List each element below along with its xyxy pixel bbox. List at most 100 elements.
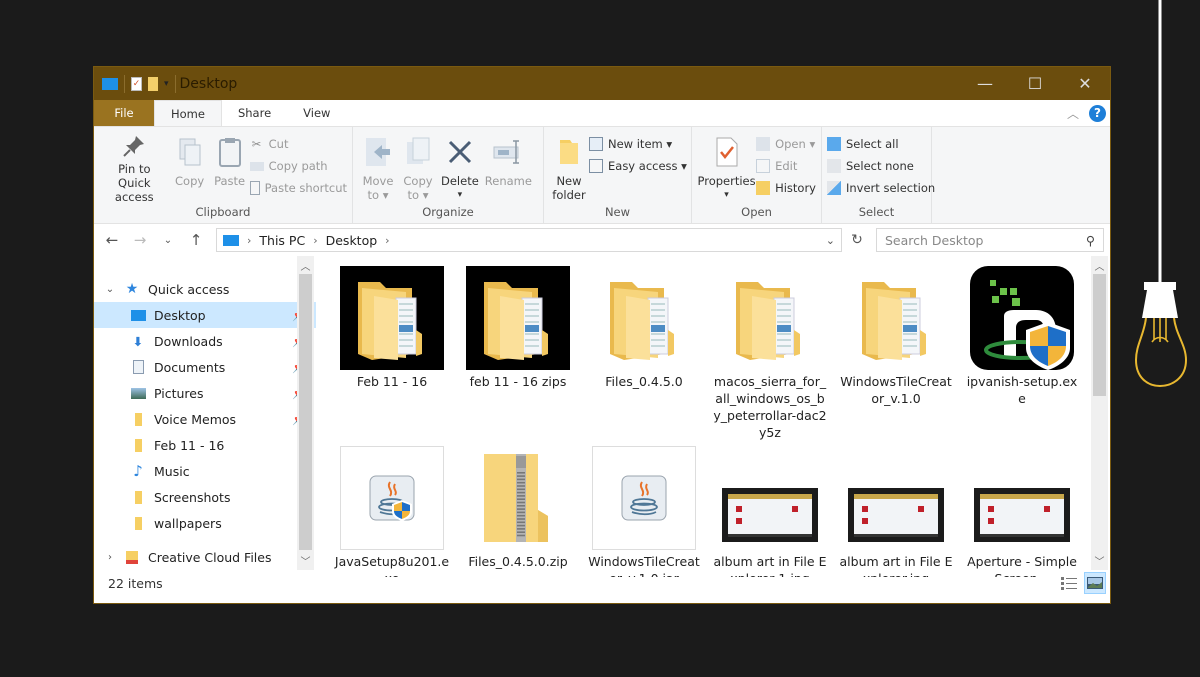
nav-item-feb-11-16[interactable]: Feb 11 - 16 <box>94 432 316 458</box>
nav-item-screenshots[interactable]: Screenshots <box>94 484 316 510</box>
select-all-button[interactable]: Select all <box>827 135 935 153</box>
clipboard-icon <box>213 133 247 171</box>
nav-creative-cloud[interactable]: › Creative Cloud Files <box>94 544 316 570</box>
scroll-down-icon[interactable]: ﹀ <box>1091 553 1108 568</box>
nav-item-desktop[interactable]: Desktop 📌 <box>94 302 316 328</box>
content-scrollbar-thumb[interactable] <box>1093 274 1106 396</box>
search-input[interactable]: Search Desktop ⚲ <box>876 228 1104 252</box>
nav-scrollbar[interactable]: ︿ ﹀ <box>297 256 314 570</box>
close-button[interactable]: ✕ <box>1060 67 1110 100</box>
scroll-up-icon[interactable]: ︿ <box>297 258 314 273</box>
invert-selection-button[interactable]: Invert selection <box>827 179 935 197</box>
chevron-right-icon[interactable]: › <box>102 552 118 563</box>
file-item[interactable]: album art in File Explorer.jpg <box>838 446 954 577</box>
edit-button[interactable]: Edit <box>756 157 816 175</box>
move-to-icon <box>361 133 395 171</box>
easy-access-button[interactable]: Easy access ▾ <box>589 157 687 175</box>
group-label-open: Open <box>741 205 772 219</box>
nav-scrollbar-thumb[interactable] <box>299 274 312 550</box>
nav-item-pictures[interactable]: Pictures 📌 <box>94 380 316 406</box>
file-item[interactable]: ipvanish-setup.exe <box>964 266 1080 407</box>
open-icon <box>756 137 771 151</box>
tab-file[interactable]: File <box>94 100 154 126</box>
select-all-icon <box>827 137 841 151</box>
breadcrumb-desktop[interactable]: Desktop <box>326 233 378 248</box>
forward-button[interactable]: → <box>128 231 152 249</box>
file-item[interactable]: Files_0.4.5.0.zip <box>460 446 576 570</box>
refresh-button[interactable]: ↻ <box>846 232 868 248</box>
file-item[interactable]: Aperture - Simple Screen... <box>964 446 1080 577</box>
new-folder-icon[interactable] <box>148 76 158 91</box>
file-item[interactable]: JavaSetup8u201.exe <box>334 446 450 577</box>
maximize-button[interactable]: ☐ <box>1010 67 1060 100</box>
paste-shortcut-button[interactable]: Paste shortcut <box>249 179 347 197</box>
file-item[interactable]: feb 11 - 16 zips <box>460 266 576 390</box>
open-button[interactable]: Open ▾ <box>756 135 816 153</box>
large-icons-view-button[interactable] <box>1084 572 1106 594</box>
cut-button[interactable]: ✂ Cut <box>250 135 347 153</box>
pin-to-quick-access-button[interactable]: Pin to Quick access <box>99 131 170 205</box>
file-item[interactable]: album art in File Explorer 1.jpg <box>712 446 828 577</box>
lightbulb-decoration <box>1134 0 1188 388</box>
customize-toolbar-icon[interactable]: ▾ <box>164 79 169 89</box>
nav-item-music[interactable]: ♪ Music <box>94 458 316 484</box>
history-button[interactable]: History <box>756 179 816 197</box>
java-jar-icon <box>592 446 696 550</box>
scroll-up-icon[interactable]: ︿ <box>1091 258 1108 273</box>
group-select: Select all Select none Invert selection … <box>822 127 935 223</box>
file-item[interactable]: WindowsTileCreator_v.1.0.jar <box>586 446 702 577</box>
file-view: Feb 11 - 16 feb 11 - 16 zips Files_0.4.5… <box>316 256 1110 577</box>
nav-quick-access[interactable]: ⌄ ★ Quick access <box>94 276 316 302</box>
tab-view[interactable]: View <box>287 100 346 126</box>
address-dropdown-icon[interactable]: ⌄ <box>826 234 835 247</box>
delete-button[interactable]: Delete ▾ <box>438 131 482 205</box>
file-item[interactable]: WindowsTileCreator_v.1.0 <box>838 266 954 407</box>
desktop-icon <box>130 307 146 323</box>
copy-to-button[interactable]: Copy to ▾ <box>398 131 438 205</box>
properties-icon[interactable]: ✓ <box>131 76 142 91</box>
collapse-ribbon-icon[interactable]: ︿ <box>1067 105 1079 122</box>
file-item[interactable]: Files_0.4.5.0 <box>586 266 702 390</box>
move-to-button[interactable]: Move to ▾ <box>358 131 398 205</box>
breadcrumb-separator[interactable]: › <box>247 234 251 247</box>
nav-item-wallpapers[interactable]: wallpapers <box>94 510 316 536</box>
up-button[interactable]: ↑ <box>184 231 208 249</box>
breadcrumb-separator[interactable]: › <box>385 234 389 247</box>
group-clipboard: Pin to Quick access Copy Paste ✂ Cut Cop… <box>94 127 353 223</box>
toolbar-divider <box>174 74 176 93</box>
pin-icon <box>117 133 151 159</box>
copy-path-button[interactable]: Copy path <box>249 157 347 175</box>
minimize-button[interactable]: — <box>960 67 1010 100</box>
chevron-down-icon[interactable]: ⌄ <box>102 284 118 295</box>
breadcrumb-separator[interactable]: › <box>313 234 317 247</box>
nav-item-downloads[interactable]: ⬇ Downloads 📌 <box>94 328 316 354</box>
copy-button[interactable]: Copy <box>170 131 210 205</box>
ribbon-home: Pin to Quick access Copy Paste ✂ Cut Cop… <box>94 127 1110 224</box>
nav-item-voice-memos[interactable]: Voice Memos 📌 <box>94 406 316 432</box>
file-item[interactable]: Feb 11 - 16 <box>334 266 450 390</box>
back-button[interactable]: ← <box>100 231 124 249</box>
group-label-new: New <box>604 205 631 219</box>
item-count: 22 items <box>108 576 163 591</box>
folder-icon <box>130 437 146 453</box>
tab-home[interactable]: Home <box>154 100 222 126</box>
tab-share[interactable]: Share <box>222 100 287 126</box>
history-icon <box>756 181 771 195</box>
details-view-button[interactable] <box>1058 572 1080 594</box>
folder-icon <box>340 266 444 370</box>
recent-locations-button[interactable]: ⌄ <box>156 235 180 246</box>
help-icon[interactable]: ? <box>1089 104 1106 122</box>
file-item[interactable]: macos_sierra_for_all_windows_os_by_peter… <box>712 266 828 441</box>
new-folder-button[interactable]: New folder <box>549 131 589 205</box>
rename-button[interactable]: Rename <box>482 131 535 205</box>
paste-button[interactable]: Paste <box>210 131 250 205</box>
address-bar[interactable]: › This PC › Desktop › ⌄ <box>216 228 842 252</box>
content-scrollbar[interactable]: ︿ ﹀ <box>1091 256 1108 570</box>
new-item-button[interactable]: New item ▾ <box>589 135 687 153</box>
scroll-down-icon[interactable]: ﹀ <box>297 553 314 568</box>
nav-item-documents[interactable]: Documents 📌 <box>94 354 316 380</box>
breadcrumb-this-pc[interactable]: This PC <box>259 233 305 248</box>
select-none-button[interactable]: Select none <box>827 157 935 175</box>
paste-shortcut-icon <box>249 181 260 195</box>
properties-button[interactable]: Properties ▾ <box>697 131 756 205</box>
